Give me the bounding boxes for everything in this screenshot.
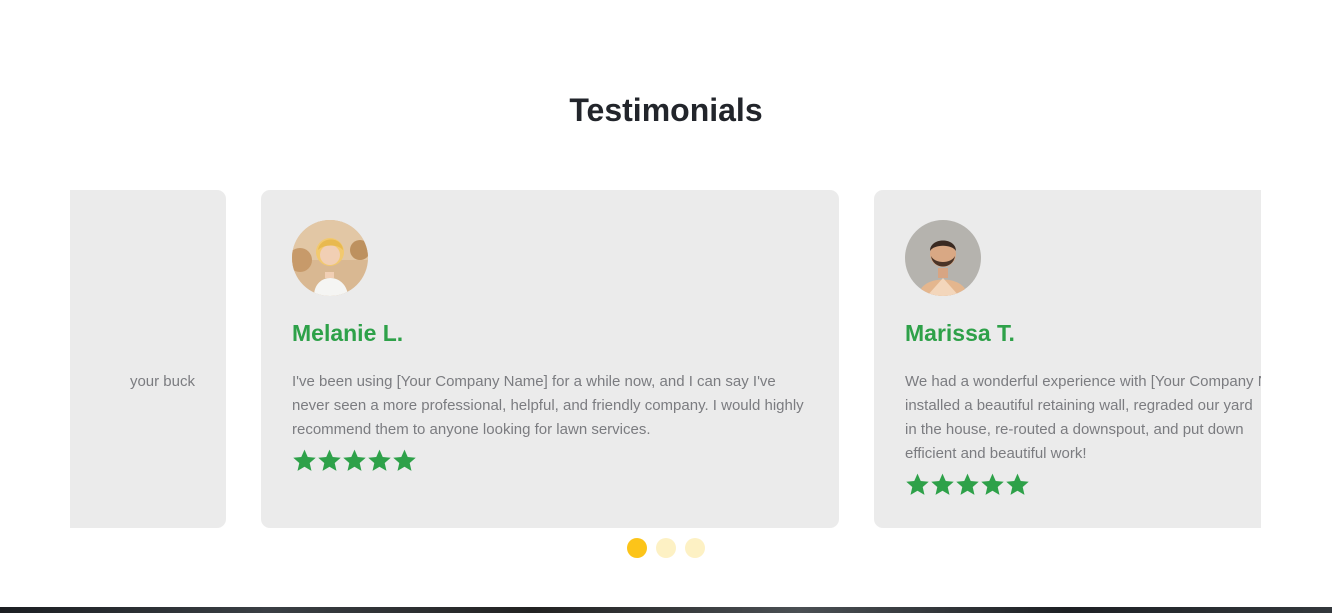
testimonial-text: I've been using [Your Company Name] for … [292, 373, 804, 438]
avatar [292, 220, 368, 296]
star-rating [905, 472, 1261, 498]
star-icon [956, 473, 979, 495]
testimonial-text: your buck [129, 373, 195, 390]
testimonial-card: Marissa T. We had a wonderful experience… [874, 190, 1261, 528]
testimonial-text-line: installed a beautiful retaining wall, re… [905, 397, 1253, 414]
pagination-dot-3[interactable] [685, 538, 705, 558]
star-icon [343, 449, 366, 471]
testimonial-text-line: efficient and beautiful work! [905, 445, 1087, 462]
testimonial-name: Marissa T. [905, 320, 1015, 346]
avatar [905, 220, 981, 296]
footer-image-strip [0, 607, 1332, 613]
star-icon [318, 449, 341, 471]
testimonial-text-line: in the house, re-routed a downspout, and… [905, 421, 1244, 438]
star-rating [292, 448, 808, 474]
testimonial-name: Melanie L. [292, 320, 404, 346]
star-icon [293, 449, 316, 471]
testimonial-card: your buck [70, 190, 226, 528]
star-icon [981, 473, 1004, 495]
star-icon [931, 473, 954, 495]
star-icon [1006, 473, 1029, 495]
testimonial-card: Melanie L. I've been using [Your Company… [261, 190, 839, 528]
pagination-dot-2[interactable] [656, 538, 676, 558]
testimonial-carousel[interactable]: your buck Melanie L. I've been using [Yo… [70, 190, 1261, 530]
star-icon [906, 473, 929, 495]
testimonial-text-line: We had a wonderful experience with [Your… [905, 373, 1261, 390]
section-title: Testimonials [569, 92, 763, 128]
testimonial-text: We had a wonderful experience with [Your… [905, 370, 1261, 466]
carousel-pagination [0, 538, 1332, 558]
star-icon [393, 449, 416, 471]
star-icon [368, 449, 391, 471]
pagination-dot-1[interactable] [627, 538, 647, 558]
